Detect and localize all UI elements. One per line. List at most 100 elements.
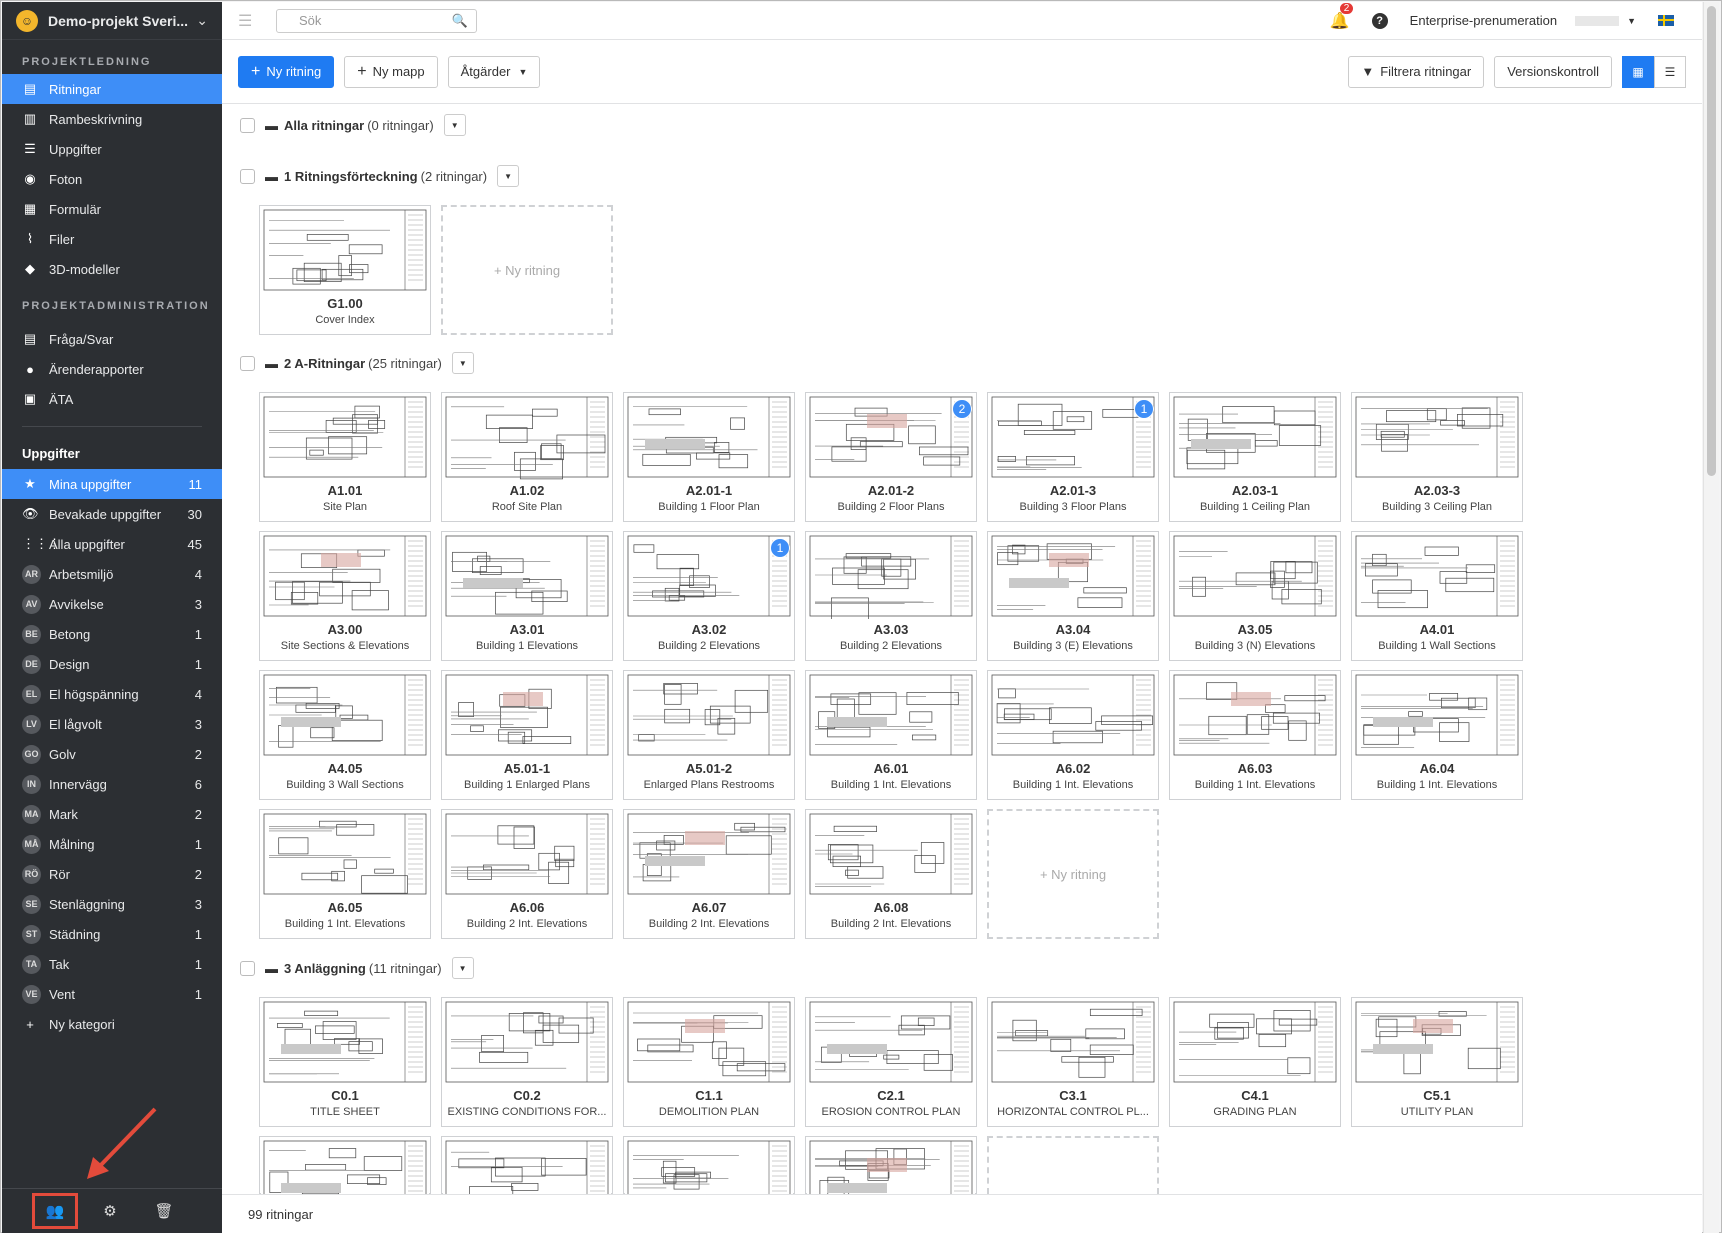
drawing-card[interactable]: A5.01-2 Enlarged Plans Restrooms — [623, 670, 795, 800]
drawing-thumbnail[interactable] — [1171, 999, 1339, 1085]
drawing-card[interactable]: A4.05 Building 3 Wall Sections — [259, 670, 431, 800]
drawing-card[interactable]: C0.2 EXISTING CONDITIONS FOR... — [441, 997, 613, 1127]
drawing-thumbnail[interactable] — [625, 811, 793, 897]
drawing-thumbnail[interactable] — [1353, 533, 1521, 619]
version-badge[interactable]: 1 — [1134, 399, 1154, 419]
version-badge[interactable]: 2 — [952, 399, 972, 419]
folder-checkbox[interactable] — [240, 117, 255, 133]
folder-row[interactable]: ▬ Alla ritningar (0 ritningar) ▼ — [240, 114, 466, 136]
category-item[interactable]: IN Innervägg 6 — [2, 769, 222, 799]
category-item[interactable]: TA Tak 1 — [2, 949, 222, 979]
drawing-thumbnail[interactable] — [261, 672, 429, 758]
settings-button[interactable]: ⚙ — [88, 1193, 132, 1229]
folder-dropdown[interactable]: ▼ — [497, 165, 520, 187]
list-view-button[interactable]: ☰ — [1654, 55, 1686, 88]
drawing-card[interactable]: A3.04 Building 3 (E) Elevations — [987, 531, 1159, 661]
category-item[interactable]: GO Golv 2 — [2, 739, 222, 769]
folder-dropdown[interactable]: ▼ — [443, 114, 466, 136]
sidebar-item-ritningar[interactable]: ▤ Ritningar — [2, 74, 222, 104]
drawing-thumbnail[interactable] — [443, 1138, 611, 1194]
drawing-card[interactable]: A2.03-3 Building 3 Ceiling Plan — [1351, 392, 1523, 522]
drawing-card[interactable]: G1.00 Cover Index — [259, 205, 431, 335]
actions-dropdown[interactable]: Åtgärder ▼ — [447, 55, 541, 88]
version-control-button[interactable]: Versionskontroll — [1494, 55, 1612, 88]
new-drawing-card[interactable]: + Ny ritning — [987, 809, 1159, 939]
new-folder-button[interactable]: + Ny mapp — [344, 55, 438, 88]
help-icon[interactable]: ? — [1371, 12, 1388, 29]
drawing-card[interactable]: A3.05 Building 3 (N) Elevations — [1169, 531, 1341, 661]
drawing-card[interactable] — [441, 1136, 613, 1194]
drawing-thumbnail[interactable] — [989, 533, 1157, 619]
project-members-button[interactable]: 👥 — [32, 1193, 78, 1229]
category-item[interactable]: AV Avvikelse 3 — [2, 589, 222, 619]
drawing-thumbnail[interactable] — [1171, 394, 1339, 480]
drawing-thumbnail[interactable] — [261, 811, 429, 897]
new-drawing-card[interactable]: + Ny ritning — [441, 205, 613, 335]
drawing-thumbnail[interactable] — [261, 999, 429, 1085]
drawing-thumbnail[interactable] — [807, 811, 975, 897]
category-item[interactable]: ST Städning 1 — [2, 919, 222, 949]
drawing-card[interactable]: C5.1 UTILITY PLAN — [1351, 997, 1523, 1127]
filter-drawings-button[interactable]: ▼ Filtrera ritningar — [1348, 55, 1485, 88]
drawing-thumbnail[interactable] — [443, 533, 611, 619]
category-item[interactable]: MÅ Målning 1 — [2, 829, 222, 859]
caret-down-icon[interactable]: ▼ — [1627, 16, 1636, 26]
sidebar-item-äta[interactable]: ▣ ÄTA — [2, 384, 222, 414]
drawing-card[interactable] — [623, 1136, 795, 1194]
sidebar-item-filer[interactable]: ⌇ Filer — [2, 224, 222, 254]
drawing-card[interactable] — [259, 1136, 431, 1194]
drawing-thumbnail[interactable] — [1171, 533, 1339, 619]
drawing-thumbnail[interactable] — [807, 672, 975, 758]
folder-row[interactable]: ▬ 2 A-Ritningar (25 ritningar) ▼ — [240, 352, 474, 374]
sidebar-item-fråga-svar[interactable]: ▤ Fråga/Svar — [2, 324, 222, 354]
drawing-card[interactable]: A6.01 Building 1 Int. Elevations — [805, 670, 977, 800]
sidebar-item-ärenderapporter[interactable]: ● Ärenderapporter — [2, 354, 222, 384]
drawing-thumbnail[interactable] — [1353, 672, 1521, 758]
drawing-thumbnail[interactable] — [989, 672, 1157, 758]
version-badge[interactable]: 1 — [770, 538, 790, 558]
drawing-card[interactable]: A3.00 Site Sections & Elevations — [259, 531, 431, 661]
drawing-card[interactable]: A3.03 Building 2 Elevations — [805, 531, 977, 661]
folder-dropdown[interactable]: ▼ — [451, 352, 474, 374]
subscription-label[interactable]: Enterprise-prenumeration — [1410, 13, 1557, 28]
category-item[interactable]: BE Betong 1 — [2, 619, 222, 649]
drawing-thumbnail[interactable] — [807, 1138, 975, 1194]
drawing-card[interactable]: C2.1 EROSION CONTROL PLAN — [805, 997, 977, 1127]
drawing-card[interactable]: C1.1 DEMOLITION PLAN — [623, 997, 795, 1127]
drawing-thumbnail[interactable] — [261, 394, 429, 480]
drawing-card[interactable] — [805, 1136, 977, 1194]
drawing-card[interactable]: A6.05 Building 1 Int. Elevations — [259, 809, 431, 939]
drawing-thumbnail[interactable] — [989, 394, 1157, 480]
sidebar-item-uppgifter[interactable]: ☰ Uppgifter — [2, 134, 222, 164]
category-item[interactable]: VE Vent 1 — [2, 979, 222, 1009]
hamburger-icon[interactable]: ☰ — [238, 11, 256, 31]
drawing-thumbnail[interactable] — [625, 533, 793, 619]
drawing-card[interactable]: A4.01 Building 1 Wall Sections — [1351, 531, 1523, 661]
category-item[interactable]: AR Arbetsmiljö 4 — [2, 559, 222, 589]
drawing-thumbnail[interactable] — [1353, 999, 1521, 1085]
drawing-card[interactable]: A6.06 Building 2 Int. Elevations — [441, 809, 613, 939]
trash-button[interactable]: 🗑 — [142, 1193, 186, 1229]
drawing-thumbnail[interactable] — [261, 533, 429, 619]
search-input[interactable]: Sök 🔍 — [276, 8, 477, 33]
drawing-thumbnail[interactable] — [625, 999, 793, 1085]
folder-row[interactable]: ▬ 3 Anläggning (11 ritningar) ▼ — [240, 957, 474, 979]
drawing-thumbnail[interactable] — [807, 533, 975, 619]
drawing-card[interactable]: A1.01 Site Plan — [259, 392, 431, 522]
folder-row[interactable]: ▬ 1 Ritningsförteckning (2 ritningar) ▼ — [240, 165, 520, 187]
folder-checkbox[interactable] — [240, 168, 255, 184]
drawing-card[interactable]: A3.01 Building 1 Elevations — [441, 531, 613, 661]
new-drawing-button[interactable]: + Ny ritning — [238, 55, 335, 88]
drawing-thumbnail[interactable] — [989, 999, 1157, 1085]
drawing-thumbnail[interactable] — [443, 999, 611, 1085]
folder-dropdown[interactable]: ▼ — [451, 957, 474, 979]
drawing-card[interactable]: A5.01-1 Building 1 Enlarged Plans — [441, 670, 613, 800]
drawing-thumbnail[interactable] — [625, 394, 793, 480]
sidebar-item-3d-modeller[interactable]: ◆ 3D-modeller — [2, 254, 222, 284]
folder-checkbox[interactable] — [240, 355, 255, 371]
drawing-card[interactable]: A2.01-3 Building 3 Floor Plans 1 — [987, 392, 1159, 522]
drawing-card[interactable]: C3.1 HORIZONTAL CONTROL PL... — [987, 997, 1159, 1127]
drawing-thumbnail[interactable] — [261, 207, 429, 293]
category-item[interactable]: LV El lågvolt 3 — [2, 709, 222, 739]
sidebar-item-rambeskrivning[interactable]: ▥ Rambeskrivning — [2, 104, 222, 134]
